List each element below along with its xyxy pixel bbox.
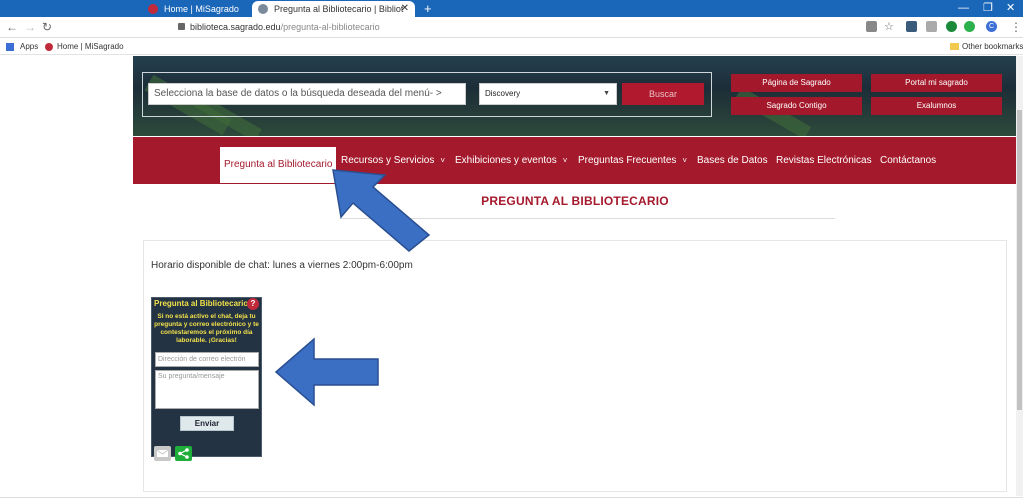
back-arrow-icon[interactable]: ← — [6, 19, 18, 35]
quick-link-sagrado-contigo[interactable]: Sagrado Contigo — [731, 97, 862, 115]
pointer-arrow-widget — [274, 337, 379, 407]
reload-icon[interactable]: ↻ — [42, 19, 52, 35]
maximize-icon[interactable]: ❐ — [983, 0, 993, 17]
buscar-button[interactable]: Buscar — [622, 83, 704, 105]
email-icon[interactable] — [154, 446, 171, 461]
pointer-arrow-nav — [332, 169, 431, 252]
menu-kebab-icon[interactable]: ⋮ — [1010, 19, 1022, 35]
address-bar: ← → ↻ biblioteca.sagrado.edu/pregunta-al… — [0, 17, 1023, 38]
share-icon[interactable] — [175, 446, 192, 461]
scrollbar-thumb[interactable] — [1017, 110, 1022, 410]
email-field[interactable]: Dirección de correo electrón — [155, 352, 259, 367]
url-host: biblioteca.sagrado.edu — [190, 22, 281, 32]
sagrado-favicon-icon — [148, 4, 158, 14]
nav-pregunta-bibliotecario[interactable]: Pregunta al Bibliotecario — [220, 147, 337, 183]
chevron-down-icon: ˅ — [562, 156, 568, 165]
database-select[interactable]: Discovery ▼ — [479, 83, 617, 105]
lock-icon — [178, 23, 185, 30]
chevron-down-icon: ˅ — [440, 156, 446, 165]
grammarly-icon[interactable] — [964, 21, 975, 32]
question-textarea[interactable]: Su pregunta/mensaje — [155, 370, 259, 409]
dropdown-caret-icon: ▼ — [603, 90, 610, 97]
tab-title: Pregunta al Bibliotecario | Bibliot — [274, 4, 404, 14]
new-tab-button[interactable]: + — [424, 0, 432, 17]
minimize-icon[interactable]: — — [958, 0, 969, 17]
profile-avatar[interactable]: C — [986, 21, 997, 32]
url-path: /pregunta-al-bibliotecario — [280, 22, 380, 32]
folder-icon — [950, 38, 959, 55]
close-window-icon[interactable]: ✕ — [1006, 0, 1015, 17]
chevron-down-icon: ˅ — [682, 156, 688, 165]
quick-link-pagina-sagrado[interactable]: Página de Sagrado — [731, 74, 862, 92]
url-field[interactable]: biblioteca.sagrado.edu/pregunta-al-bibli… — [190, 20, 380, 35]
library-favicon-icon — [258, 4, 268, 14]
extension-icon[interactable] — [946, 21, 957, 32]
nav-label: Exhibiciones y eventos — [455, 155, 557, 166]
bookmark-other[interactable]: Other bookmarks — [962, 38, 1023, 55]
chat-hours-text: Horario disponible de chat: lunes a vier… — [151, 260, 413, 271]
divider — [0, 497, 1023, 498]
extension-icon[interactable] — [906, 21, 917, 32]
sagrado-bookmark-icon — [45, 38, 53, 55]
tab-title: Home | MiSagrado — [164, 4, 239, 14]
quick-link-portal-mi-sagrado[interactable]: Portal mi sagrado — [871, 74, 1002, 92]
bookmarks-bar: Apps Home | MiSagrado Other bookmarks — [0, 38, 1023, 55]
browser-tabstrip: Home | MiSagrado Pregunta al Bibliotecar… — [0, 0, 1023, 17]
star-bookmark-icon[interactable]: ☆ — [884, 19, 894, 35]
close-tab-icon[interactable]: ✕ — [401, 1, 409, 17]
extension-icon[interactable] — [926, 21, 937, 32]
page-title: PREGUNTA AL BIBLIOTECARIO — [481, 194, 669, 208]
nav-contactanos[interactable]: Contáctanos — [880, 137, 936, 184]
nav-preguntas-frecuentes[interactable]: Preguntas Frecuentes ˅ — [578, 137, 687, 184]
nav-revistas-electronicas[interactable]: Revistas Electrónicas — [776, 137, 872, 184]
quick-link-exalumnos[interactable]: Exalumnos — [871, 97, 1002, 115]
nav-label: Preguntas Frecuentes — [578, 155, 677, 166]
select-value: Discovery — [485, 89, 521, 98]
nav-bases-de-datos[interactable]: Bases de Datos — [697, 137, 768, 184]
tab-pregunta-bibliotecario[interactable]: Pregunta al Bibliotecario | Bibliot ✕ — [252, 1, 415, 17]
apps-grid-icon[interactable] — [6, 38, 18, 55]
bookmark-home-misagrado[interactable]: Home | MiSagrado — [57, 38, 124, 55]
translate-icon[interactable] — [866, 21, 877, 32]
help-icon[interactable]: ? — [247, 298, 259, 310]
widget-message: Si no está activo el chat, deja tu pregu… — [154, 313, 259, 344]
widget-title: Pregunta al Bibliotecario — [154, 299, 249, 308]
search-input[interactable]: Selecciona la base de datos o la búsqued… — [148, 83, 466, 105]
bookmark-apps[interactable]: Apps — [20, 38, 38, 55]
forward-arrow-icon[interactable]: → — [24, 19, 36, 35]
enviar-button[interactable]: Enviar — [180, 416, 234, 431]
nav-exhibiciones-eventos[interactable]: Exhibiciones y eventos ˅ — [455, 137, 567, 184]
